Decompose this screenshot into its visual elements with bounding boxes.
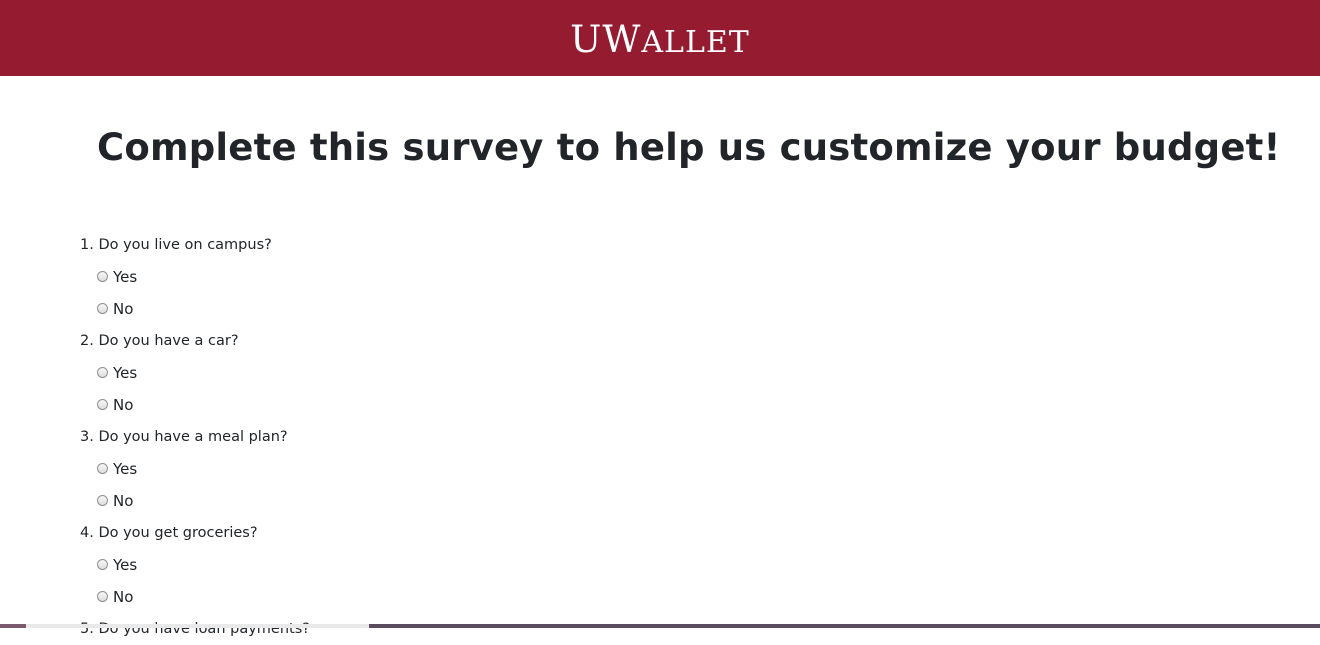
radio-button[interactable]: [97, 462, 108, 474]
question-number: 3.: [80, 429, 94, 445]
brand-letter-w: W: [602, 17, 642, 61]
option-label: Yes: [113, 556, 138, 574]
survey-question: 4. Do you get groceries? Yes No: [80, 517, 310, 613]
option-label: Yes: [113, 364, 138, 382]
option-no[interactable]: No: [80, 581, 310, 613]
question-number: 4.: [80, 525, 94, 541]
option-label: No: [113, 492, 134, 510]
option-label: No: [113, 396, 134, 414]
option-label: Yes: [113, 268, 138, 286]
page-title: Complete this survey to help us customiz…: [97, 126, 1281, 169]
brand-rest: ALLET: [641, 24, 750, 60]
option-yes[interactable]: Yes: [80, 261, 310, 293]
taskbar-segment: [369, 624, 1320, 628]
radio-button[interactable]: [97, 494, 108, 506]
question-number: 2.: [80, 333, 94, 349]
radio-button[interactable]: [97, 558, 108, 570]
option-label: No: [113, 588, 134, 606]
question-text: Do you get groceries?: [98, 525, 258, 541]
survey-question: 2. Do you have a car? Yes No: [80, 325, 310, 421]
radio-button[interactable]: [97, 302, 108, 314]
question-label: 1. Do you live on campus?: [80, 229, 310, 261]
question-label: 2. Do you have a car?: [80, 325, 310, 357]
radio-button[interactable]: [97, 398, 108, 410]
survey-question: 3. Do you have a meal plan? Yes No: [80, 421, 310, 517]
option-yes[interactable]: Yes: [80, 453, 310, 485]
question-number: 1.: [80, 237, 94, 253]
question-label: 3. Do you have a meal plan?: [80, 421, 310, 453]
brand-logo[interactable]: UWALLET: [570, 19, 750, 58]
option-label: No: [113, 300, 134, 318]
option-label: Yes: [113, 460, 138, 478]
question-text: Do you have a meal plan?: [98, 429, 288, 445]
survey-question: 5. Do you have loan payments?: [80, 613, 310, 645]
option-no[interactable]: No: [80, 485, 310, 517]
radio-button[interactable]: [97, 366, 108, 378]
option-no[interactable]: No: [80, 389, 310, 421]
brand-letter-u: U: [570, 17, 603, 61]
top-header: UWALLET: [0, 0, 1320, 76]
radio-button[interactable]: [97, 270, 108, 282]
survey-question: 1. Do you live on campus? Yes No: [80, 229, 310, 325]
option-no[interactable]: No: [80, 293, 310, 325]
taskbar-segment: [26, 624, 369, 628]
question-text: Do you live on campus?: [98, 237, 272, 253]
taskbar-strip: [0, 624, 1320, 628]
question-text: Do you have a car?: [98, 333, 239, 349]
question-label: 5. Do you have loan payments?: [80, 613, 310, 645]
taskbar-segment: [0, 624, 26, 628]
radio-button[interactable]: [97, 590, 108, 602]
option-yes[interactable]: Yes: [80, 549, 310, 581]
survey-form: 1. Do you live on campus? Yes No 2. Do y…: [80, 229, 310, 645]
option-yes[interactable]: Yes: [80, 357, 310, 389]
question-label: 4. Do you get groceries?: [80, 517, 310, 549]
